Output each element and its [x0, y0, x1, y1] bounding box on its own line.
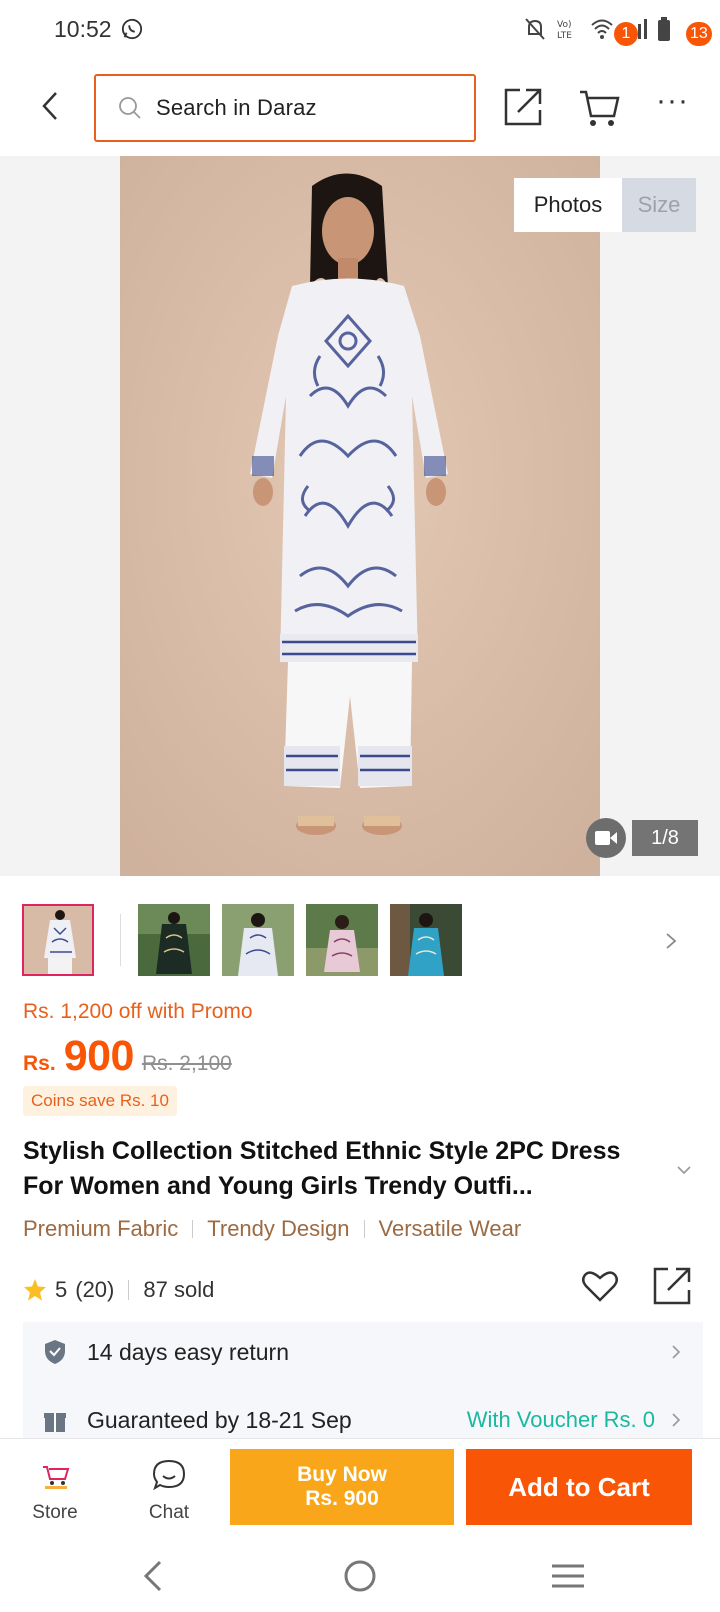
top-header: Search in Daraz ···	[0, 60, 720, 156]
wifi-icon	[591, 19, 613, 39]
video-camera-icon	[595, 831, 617, 845]
share-icon[interactable]	[502, 86, 544, 128]
feature-separator	[192, 1220, 194, 1238]
more-badge: 13	[686, 22, 712, 46]
feature-tag: Versatile Wear	[378, 1216, 522, 1241]
share-icon[interactable]	[652, 1266, 692, 1306]
chevron-right-icon[interactable]	[664, 932, 678, 950]
buy-now-label: Buy Now	[297, 1463, 387, 1486]
chevron-right-icon	[672, 1345, 681, 1359]
price-currency: Rs.	[23, 1052, 56, 1075]
price-value: 900	[63, 1032, 135, 1080]
store-button[interactable]: Store	[22, 1459, 88, 1529]
thumbnail-3[interactable]	[222, 904, 294, 976]
system-nav-bar	[0, 1542, 720, 1612]
search-placeholder: Search in Daraz	[156, 95, 317, 120]
mute-icon	[525, 18, 545, 40]
chevron-down-icon[interactable]	[676, 1164, 692, 1176]
tab-photos[interactable]: Photos	[514, 178, 622, 232]
thumbnail-5[interactable]	[390, 904, 462, 976]
nav-menu-icon[interactable]	[546, 1556, 590, 1596]
image-counter: 1/8	[632, 820, 698, 856]
chevron-right-icon	[672, 1413, 681, 1427]
voucher-text: With Voucher Rs. 0	[466, 1407, 655, 1432]
nav-home-icon[interactable]	[338, 1556, 382, 1596]
feature-tag: Trendy Design	[207, 1216, 350, 1241]
battery-icon	[658, 17, 670, 41]
thumbnail-4[interactable]	[306, 904, 378, 976]
search-input[interactable]: Search in Daraz	[94, 74, 476, 142]
gift-icon	[44, 1413, 66, 1432]
chat-icon	[152, 1459, 186, 1491]
price-row: Rs. 900 Rs. 2,100	[23, 1032, 232, 1086]
thumbnail-divider	[120, 914, 121, 966]
chat-label: Chat	[148, 1502, 190, 1523]
product-gallery[interactable]: Photos Size 1/8	[0, 156, 720, 876]
heart-icon[interactable]	[580, 1266, 620, 1306]
buy-now-button[interactable]: Buy Now Rs. 900	[230, 1449, 454, 1525]
back-button[interactable]	[30, 86, 70, 126]
star-icon	[24, 1279, 46, 1301]
product-photo-illustration	[120, 156, 600, 876]
shield-icon	[45, 1340, 65, 1364]
sold-count: 87 sold	[143, 1277, 215, 1302]
return-policy-text: 14 days easy return	[87, 1338, 290, 1365]
add-to-cart-button[interactable]: Add to Cart	[466, 1449, 692, 1525]
thumbnail-strip	[22, 904, 702, 976]
delivery-row[interactable]: Guaranteed by 18-21 Sep With Voucher Rs.…	[23, 1390, 703, 1442]
buy-now-price: Rs. 900	[305, 1487, 379, 1510]
feature-tags: Premium Fabric Trendy Design Versatile W…	[23, 1216, 521, 1242]
thumbnail-2[interactable]	[138, 904, 210, 976]
bottom-action-bar: Store Chat Buy Now Rs. 900 Add to Cart	[0, 1438, 720, 1542]
svg-text:Vo): Vo)	[557, 20, 571, 30]
gallery-tabs: Photos Size	[514, 178, 696, 232]
whatsapp-icon	[121, 18, 143, 40]
feature-separator	[363, 1220, 365, 1238]
more-icon[interactable]: ···	[656, 86, 692, 126]
volte-icon: Vo)LTE	[557, 20, 572, 41]
search-icon	[119, 97, 141, 119]
svg-text:LTE: LTE	[557, 31, 572, 41]
status-icons: Vo) LTE	[524, 16, 670, 42]
tab-size[interactable]: Size	[622, 178, 696, 232]
feature-tag: Premium Fabric	[23, 1216, 179, 1241]
store-label: Store	[32, 1502, 78, 1523]
rating-separator	[128, 1280, 130, 1300]
status-bar: 10:52 Vo) LTE	[0, 0, 720, 60]
service-box: 14 days easy return Guaranteed by 18-21 …	[23, 1322, 703, 1442]
promo-text: Rs. 1,200 off with Promo	[23, 1000, 253, 1023]
product-title: Stylish Collection Stitched Ethnic Style…	[23, 1137, 621, 1200]
chat-button[interactable]: Chat	[136, 1459, 202, 1529]
delivery-text: Guaranteed by 18-21 Sep	[87, 1406, 352, 1433]
video-button[interactable]	[586, 818, 626, 858]
coins-badge: Coins save Rs. 10	[23, 1086, 177, 1116]
return-policy-row[interactable]: 14 days easy return	[23, 1322, 703, 1382]
cart-icon[interactable]	[578, 88, 622, 128]
chevron-left-icon	[42, 92, 57, 120]
rating-value: 5	[55, 1277, 68, 1302]
original-price: Rs. 2,100	[141, 1052, 232, 1075]
status-time: 10:52	[54, 16, 112, 42]
thumbnail-1[interactable]	[22, 904, 94, 976]
product-image[interactable]	[120, 156, 600, 876]
nav-back-icon[interactable]	[132, 1556, 176, 1596]
review-count: (20)	[75, 1277, 115, 1302]
store-logo-icon	[43, 1466, 70, 1489]
cart-badge: 1	[614, 22, 638, 46]
